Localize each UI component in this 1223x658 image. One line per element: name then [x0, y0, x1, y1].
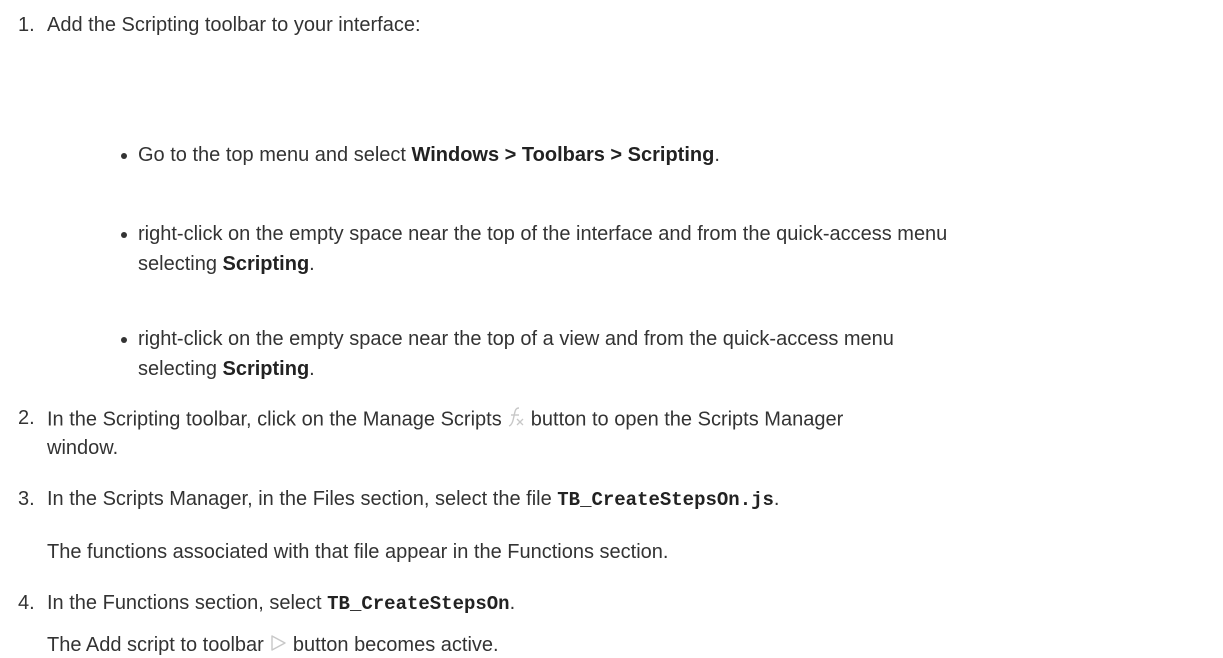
step-note: The functions associated with that file … — [47, 541, 669, 563]
bullet-text: right-click on the empty space near the … — [138, 328, 894, 350]
step-number: 3. — [18, 488, 35, 510]
bullet-text: selecting Scripting. — [138, 358, 315, 380]
step-number: 1. — [18, 14, 35, 36]
step-number: 4. — [18, 592, 35, 614]
step-text: In the Scripting toolbar, click on the M… — [47, 406, 843, 434]
step-text: Add the Scripting toolbar to your interf… — [47, 14, 421, 36]
step-text: In the Functions section, select TB_Crea… — [47, 592, 516, 615]
documentation-page: 1. Add the Scripting toolbar to your int… — [0, 0, 1223, 656]
file-name: TB_CreateStepsOn.js — [557, 489, 774, 511]
bullet-dot — [121, 337, 127, 343]
step-text: window. — [47, 437, 119, 459]
bullet-dot — [121, 232, 127, 238]
bullet-dot — [121, 153, 127, 159]
step-note: The Add script to toolbar button becomes… — [47, 634, 499, 658]
bullet-text: Go to the top menu and select Windows > … — [138, 144, 720, 166]
menu-path: Windows > Toolbars > Scripting — [411, 144, 715, 166]
step-number: 2. — [18, 407, 35, 429]
menu-item: Scripting — [222, 253, 310, 275]
function-name: TB_CreateStepsOn — [327, 593, 510, 615]
manage-scripts-icon — [507, 406, 525, 434]
step-text: In the Scripts Manager, in the Files sec… — [47, 488, 780, 511]
bullet-text: selecting Scripting. — [138, 253, 315, 275]
menu-item: Scripting — [222, 358, 310, 380]
bullet-text: right-click on the empty space near the … — [138, 223, 948, 245]
add-script-to-toolbar-icon — [269, 634, 287, 658]
